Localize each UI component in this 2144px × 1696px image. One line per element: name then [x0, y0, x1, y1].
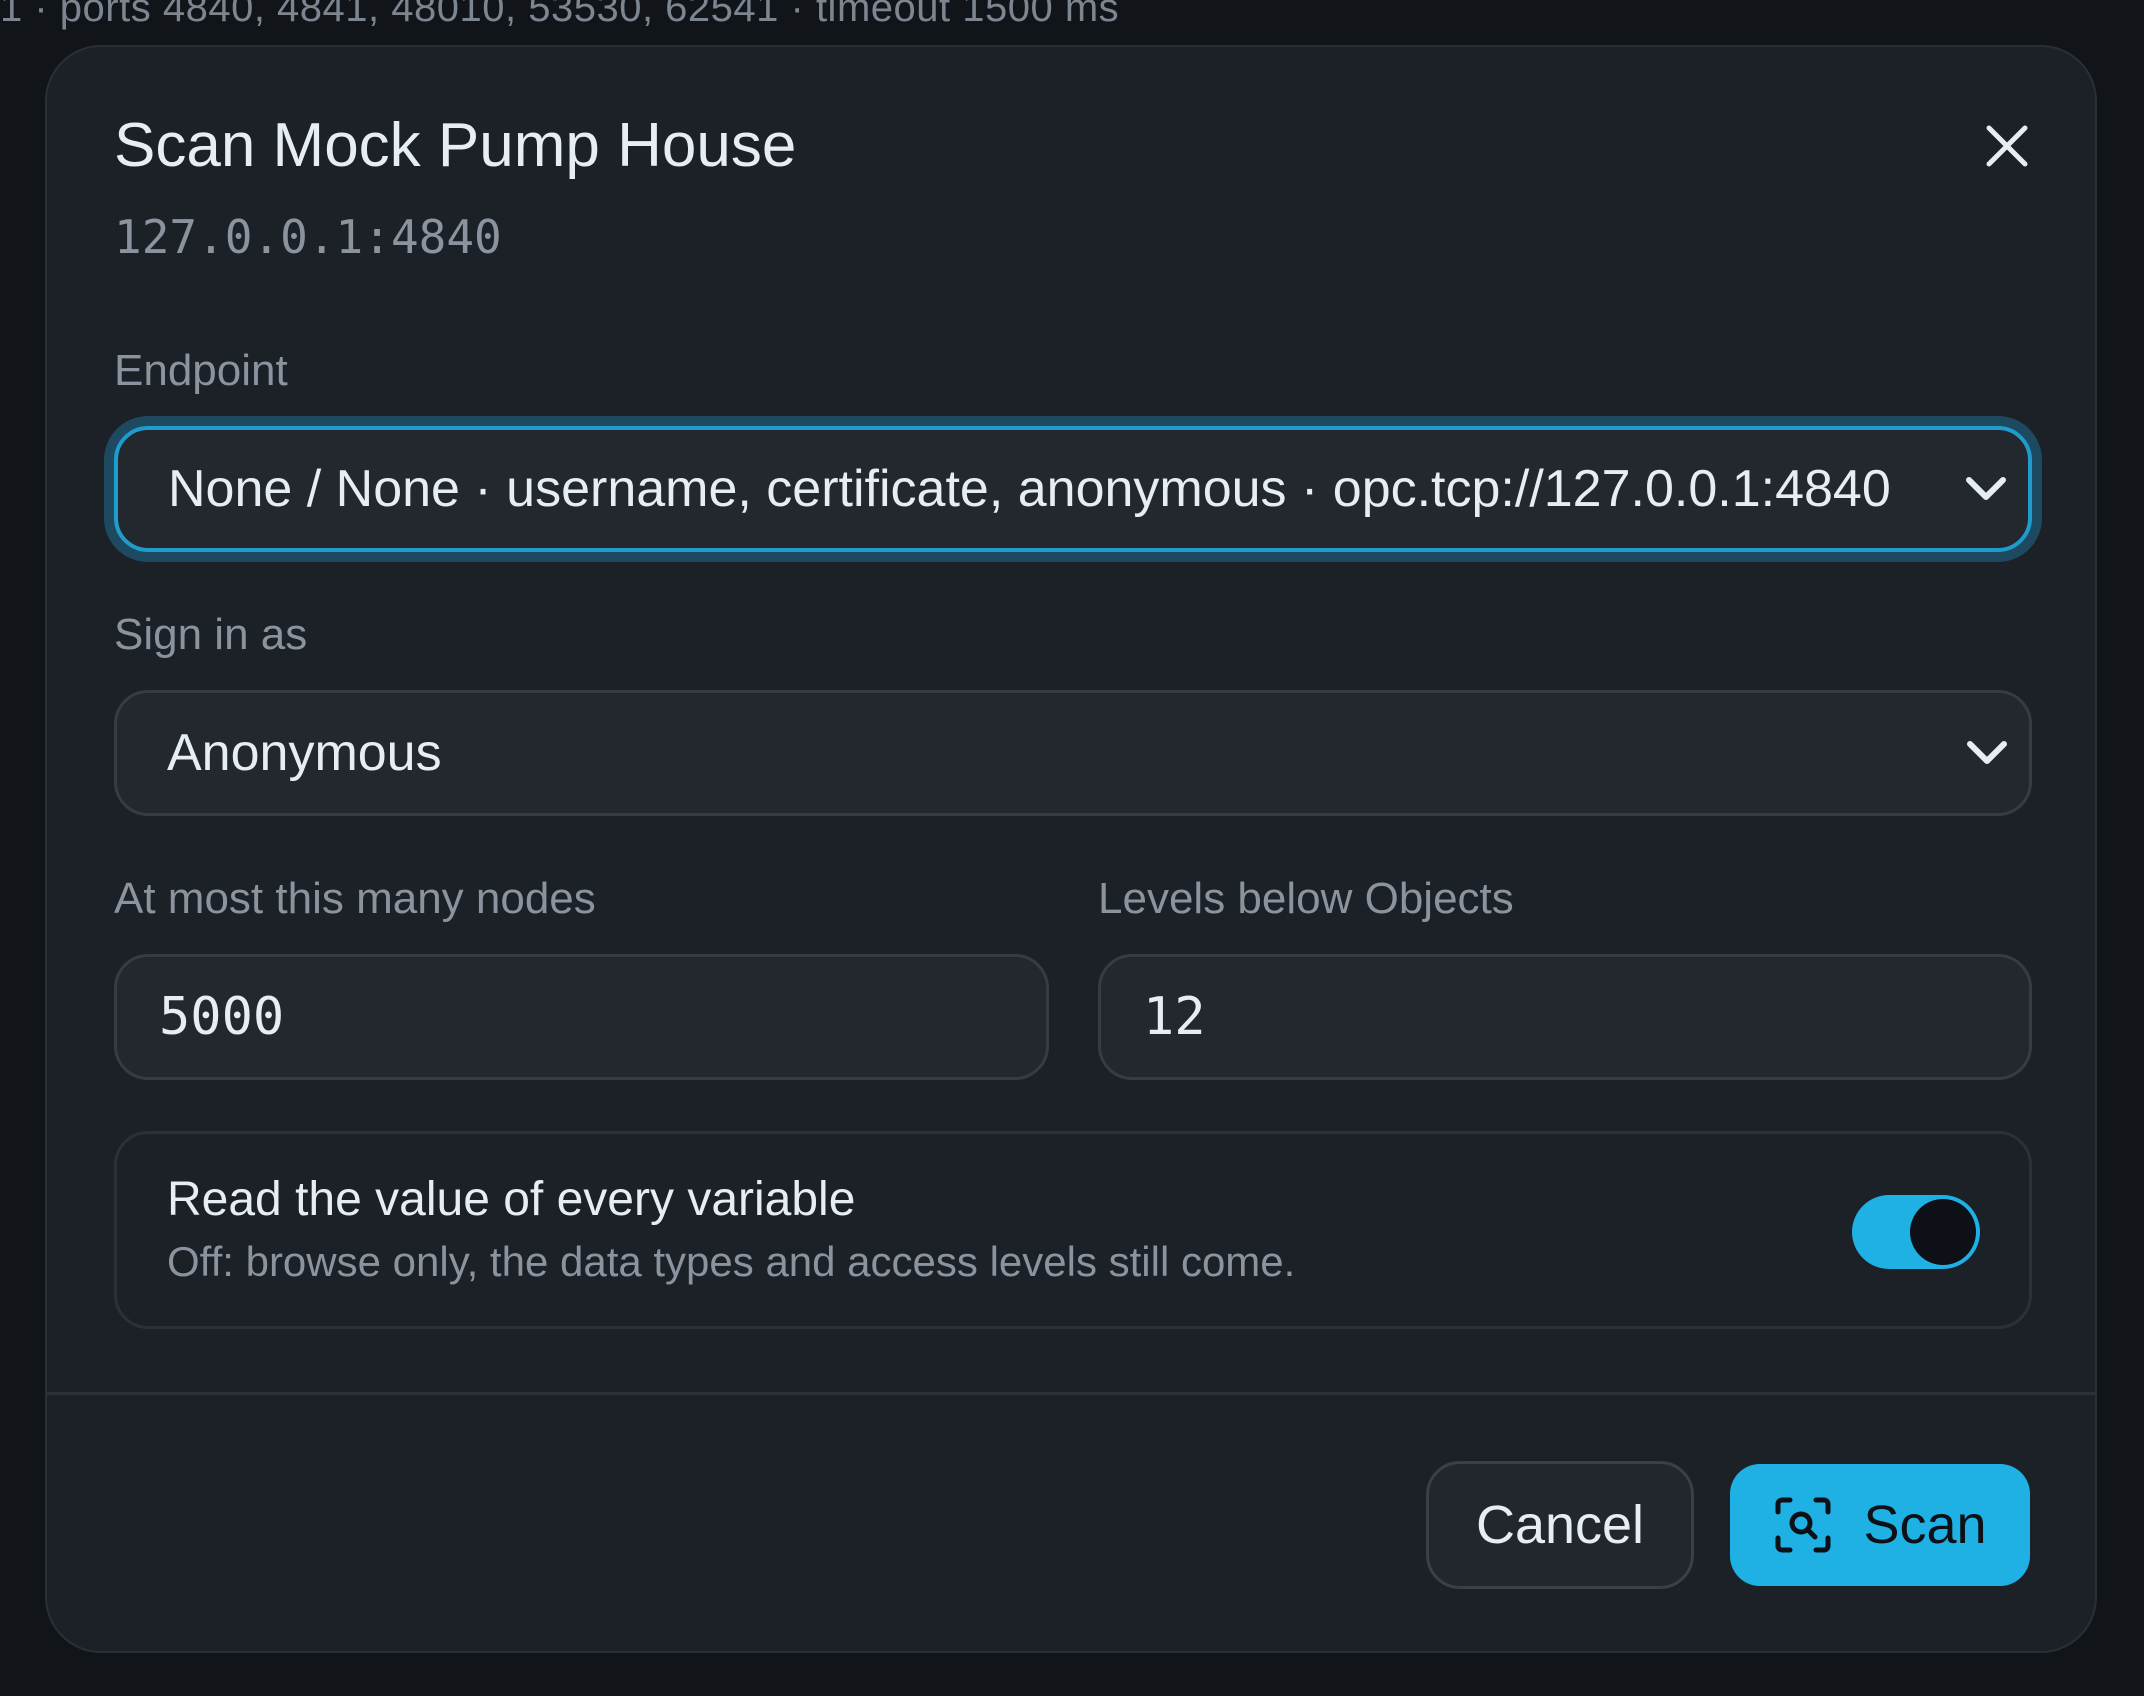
- max-nodes-value: 5000: [159, 987, 285, 1047]
- background-status-text: 1 · ports 4840, 4841, 48010, 53530, 6254…: [0, 0, 1120, 30]
- read-values-toggle[interactable]: [1852, 1195, 1980, 1269]
- scan-search-icon: [1773, 1495, 1833, 1555]
- close-button[interactable]: [1972, 111, 2042, 181]
- close-icon: [1986, 125, 2028, 167]
- read-values-option-card: Read the value of every variable Off: br…: [114, 1131, 2032, 1329]
- scan-button[interactable]: Scan: [1730, 1464, 2030, 1586]
- endpoint-select[interactable]: None / None · username, certificate, ano…: [114, 426, 2032, 552]
- levels-input[interactable]: 12: [1098, 954, 2032, 1080]
- sign-in-select[interactable]: Anonymous: [114, 690, 2032, 816]
- cancel-button[interactable]: Cancel: [1426, 1461, 1694, 1589]
- footer-divider: [47, 1392, 2095, 1395]
- chevron-down-icon: [1957, 723, 2017, 783]
- levels-label: Levels below Objects: [1098, 874, 1514, 923]
- sign-in-label: Sign in as: [114, 610, 308, 659]
- cancel-button-label: Cancel: [1475, 1495, 1645, 1555]
- scan-dialog: Scan Mock Pump House 127.0.0.1:4840 Endp…: [45, 45, 2097, 1653]
- dialog-title: Scan Mock Pump House: [114, 111, 797, 180]
- read-values-description: Off: browse only, the data types and acc…: [167, 1238, 1296, 1285]
- max-nodes-label: At most this many nodes: [114, 874, 596, 923]
- endpoint-select-value: None / None · username, certificate, ano…: [168, 460, 1891, 518]
- toggle-knob: [1910, 1199, 1976, 1265]
- scan-button-label: Scan: [1863, 1495, 1987, 1555]
- levels-value: 12: [1143, 987, 1206, 1047]
- read-values-title: Read the value of every variable: [167, 1173, 856, 1226]
- dialog-subtitle-address: 127.0.0.1:4840: [114, 210, 502, 264]
- chevron-down-icon: [1956, 459, 2016, 519]
- max-nodes-input[interactable]: 5000: [114, 954, 1049, 1080]
- endpoint-label: Endpoint: [114, 346, 288, 395]
- sign-in-select-value: Anonymous: [167, 724, 442, 782]
